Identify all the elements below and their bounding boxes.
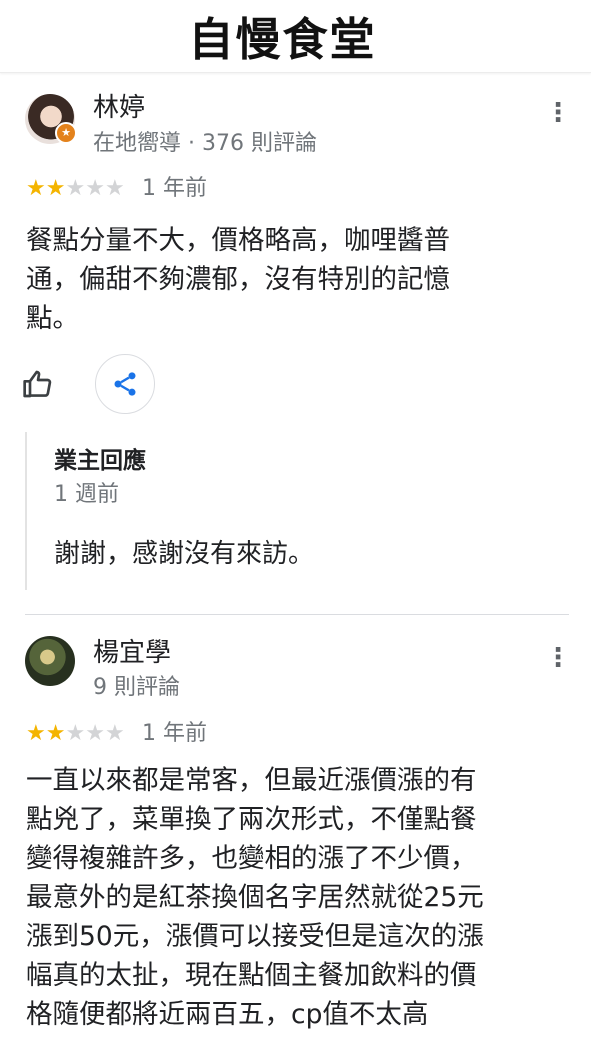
review-text-line: 點兇了，菜單換了兩次形式，不僅點餐 bbox=[26, 804, 477, 835]
star-filled-icon: ★ bbox=[26, 176, 46, 201]
more-vert-icon[interactable]: ⋮ bbox=[545, 645, 571, 671]
page-title: 自慢食堂 bbox=[188, 13, 377, 66]
review-time: 1 年前 bbox=[142, 176, 207, 201]
review-text-line: 漲到50元，漲價可以接受但是這次的漲 bbox=[26, 921, 484, 952]
share-button[interactable] bbox=[95, 354, 155, 414]
review-text-line: 格隨便都將近兩百五，cp值不太高 bbox=[26, 999, 429, 1030]
star-filled-icon: ★ bbox=[26, 721, 46, 746]
reviewer-name[interactable]: 楊宜學 bbox=[93, 637, 171, 669]
review-text-line: 點。 bbox=[26, 303, 79, 334]
star-empty-icon: ★ bbox=[65, 176, 86, 201]
star-rating: ★★★★★ bbox=[26, 721, 125, 747]
local-guide-star-icon: ★ bbox=[55, 122, 77, 144]
owner-reply-title: 業主回應 bbox=[54, 448, 146, 474]
thumb-up-icon[interactable] bbox=[22, 368, 54, 400]
review-text: 餐點分量不大，價格略高，咖哩醬普 通，偏甜不夠濃郁，沒有特別的記憶 點。 bbox=[26, 221, 546, 338]
review-text-line: 變得複雜許多，也變相的漲了不少價， bbox=[26, 843, 477, 874]
star-filled-icon: ★ bbox=[45, 176, 66, 201]
star-rating: ★★★★★ bbox=[26, 176, 125, 202]
more-vert-icon[interactable]: ⋮ bbox=[545, 100, 571, 126]
review-time: 1 年前 bbox=[142, 721, 207, 746]
star-filled-icon: ★ bbox=[45, 721, 66, 746]
review-divider bbox=[25, 614, 569, 615]
review-text: 一直以來都是常客，但最近漲價漲的有 點兇了，菜單換了兩次形式，不僅點餐 變得複雜… bbox=[26, 761, 546, 1034]
star-empty-icon: ★ bbox=[104, 176, 125, 201]
review-text-line: 餐點分量不大，價格略高，咖哩醬普 bbox=[26, 225, 450, 256]
reviewer-meta: 9 則評論 bbox=[93, 675, 180, 700]
review-text-line: 通，偏甜不夠濃郁，沒有特別的記憶 bbox=[26, 264, 450, 295]
app-header: 自慢食堂 bbox=[0, 0, 591, 73]
star-empty-icon: ★ bbox=[104, 721, 125, 746]
star-empty-icon: ★ bbox=[85, 176, 105, 201]
owner-reply-text: 謝謝，感謝沒有來訪。 bbox=[54, 539, 315, 569]
star-empty-icon: ★ bbox=[85, 721, 105, 746]
review-text-line: 最意外的是紅茶換個名字居然就從25元 bbox=[26, 882, 484, 913]
review-text-line: 幅真的太扯，現在點個主餐加飲料的價 bbox=[26, 960, 477, 991]
owner-reply-time: 1 週前 bbox=[54, 482, 119, 507]
share-icon bbox=[114, 372, 136, 396]
reviewer-avatar[interactable] bbox=[25, 636, 75, 686]
reply-divider bbox=[25, 432, 27, 590]
star-empty-icon: ★ bbox=[65, 721, 86, 746]
reviewer-name[interactable]: 林婷 bbox=[93, 92, 145, 124]
review-text-line: 一直以來都是常客，但最近漲價漲的有 bbox=[26, 765, 477, 796]
reviewer-meta: 在地嚮導 · 376 則評論 bbox=[93, 131, 317, 156]
